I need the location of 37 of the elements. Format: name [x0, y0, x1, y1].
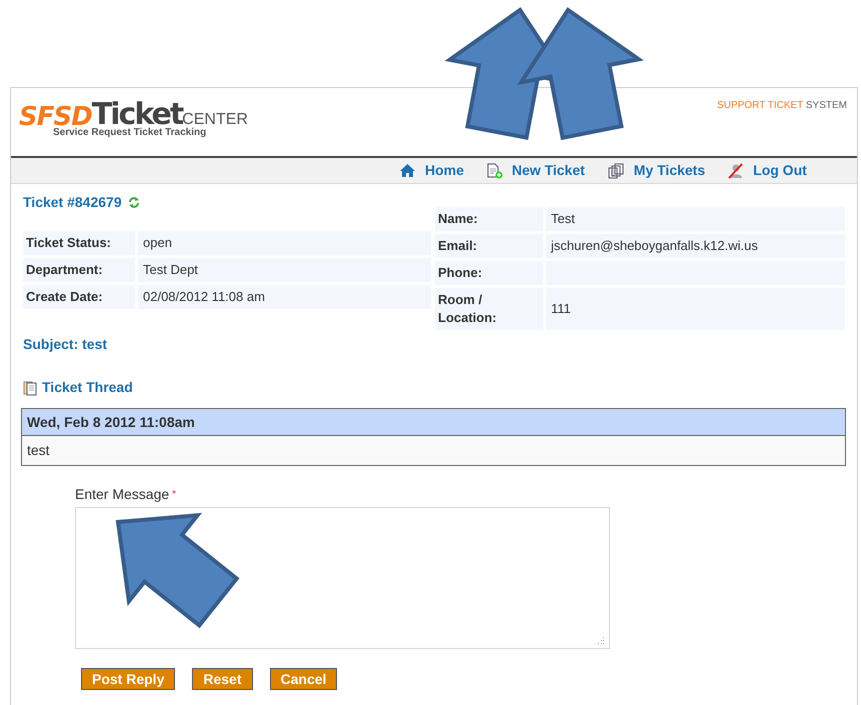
- documents-icon: [606, 162, 625, 178]
- home-icon: [399, 163, 416, 178]
- field-value: 111: [546, 288, 845, 330]
- nav-link[interactable]: My Tickets: [606, 160, 706, 181]
- document-icon: [23, 380, 38, 396]
- field-label: Department:: [23, 258, 135, 282]
- logo-tagline: Service Request Ticket Tracking: [53, 128, 208, 138]
- ticket-title: Ticket #842679: [23, 192, 122, 212]
- document-plus-icon: [486, 162, 503, 178]
- field-label: Ticket Status:: [23, 231, 135, 255]
- ticket-subject: Subject: test: [23, 335, 108, 354]
- user-crossed-icon: [727, 162, 744, 178]
- field-value: Test: [546, 207, 845, 231]
- nav-link[interactable]: New Ticket: [486, 160, 585, 181]
- message-label: Enter Message: [75, 485, 170, 504]
- field-value: open: [138, 231, 431, 255]
- field-label: Phone:: [435, 261, 543, 285]
- field-label: Name:: [435, 207, 543, 231]
- field-value: Test Dept: [138, 258, 431, 282]
- thread-title[interactable]: Ticket Thread: [42, 377, 133, 398]
- refresh-icon[interactable]: [128, 196, 140, 208]
- nav-link[interactable]: Home: [399, 160, 464, 181]
- system-label-highlight: SUPPORT TICKET: [717, 100, 804, 111]
- logo-suffix: CENTER: [182, 112, 248, 128]
- field-label: Email:: [435, 234, 543, 258]
- message-body: test: [22, 436, 845, 465]
- form-button[interactable]: Post Reply: [81, 668, 176, 690]
- required-mark: *: [172, 488, 176, 502]
- field-value: 02/08/2012 11:08 am: [138, 285, 431, 309]
- system-label: SYSTEM: [806, 100, 847, 111]
- field-value: jschuren@sheboyganfalls.k12.wi.us: [546, 234, 845, 258]
- field-label: Create Date:: [23, 285, 135, 309]
- message-date: Wed, Feb 8 2012 11:08am: [22, 409, 845, 436]
- nav-link[interactable]: Log Out: [727, 160, 807, 181]
- field-label: Room / Location:: [435, 288, 543, 330]
- form-button[interactable]: Cancel: [270, 668, 338, 690]
- form-button[interactable]: Reset: [192, 668, 252, 690]
